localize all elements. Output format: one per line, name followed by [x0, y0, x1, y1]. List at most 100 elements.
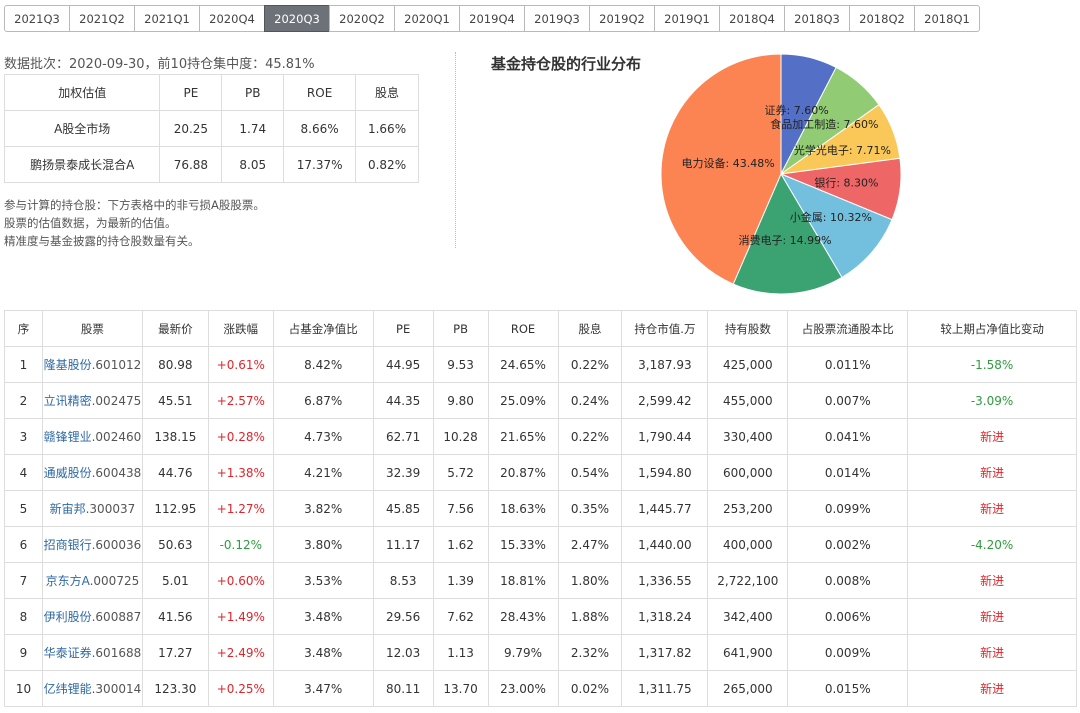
tab-2020q4[interactable]: 2020Q4: [199, 5, 265, 32]
roe-cell: 21.65%: [487, 418, 559, 455]
shares-cell: 330,400: [707, 418, 789, 455]
pie-label-0: 证券: 7.60%: [765, 103, 829, 117]
tab-2019q3[interactable]: 2019Q3: [524, 5, 590, 32]
stock-name-link[interactable]: 亿纬锂能: [44, 682, 92, 696]
row-index: 4: [4, 454, 43, 491]
stock-name-link[interactable]: 立讯精密: [44, 394, 92, 408]
tab-2021q3[interactable]: 2021Q3: [4, 5, 70, 32]
tab-2020q2[interactable]: 2020Q2: [329, 5, 395, 32]
pb-cell: 10.28: [432, 418, 489, 455]
row-index: 9: [4, 634, 43, 671]
stock-name-link[interactable]: 招商银行: [44, 538, 92, 552]
nav-ratio-cell: 3.47%: [272, 670, 374, 707]
row-index: 2: [4, 382, 43, 419]
tab-2019q4[interactable]: 2019Q4: [459, 5, 525, 32]
tab-2020q3[interactable]: 2020Q3: [264, 5, 330, 32]
roe-cell: 20.87%: [487, 454, 559, 491]
price-cell: 45.51: [141, 382, 209, 419]
pb-cell: 9.53: [432, 346, 489, 383]
stock-name-link[interactable]: 新宙邦: [50, 502, 86, 516]
tab-2021q2[interactable]: 2021Q2: [69, 5, 135, 32]
row-index: 1: [4, 346, 43, 383]
pe-cell: 45.85: [372, 490, 434, 527]
stock-code: .600438: [91, 466, 142, 480]
table-row: 8 伊利股份.600887 41.56 +1.49% 3.48% 29.56 7.62 28.…: [4, 598, 1077, 635]
stock-name-link[interactable]: 通威股份: [44, 466, 92, 480]
pie-title: 基金持仓股的行业分布: [491, 55, 642, 73]
stock-code: .000725: [89, 574, 140, 588]
stock-name-link[interactable]: 京东方A: [46, 574, 90, 588]
market-value-cell: 1,318.24: [621, 598, 709, 635]
tab-2020q1[interactable]: 2020Q1: [394, 5, 460, 32]
market-value-cell: 1,790.44: [621, 418, 709, 455]
valuation-cell: 0.82%: [355, 146, 419, 183]
header-pb: PB: [432, 310, 489, 347]
tab-2019q1[interactable]: 2019Q1: [654, 5, 720, 32]
notes: 参与计算的持仓股：下方表格中的非亏损A股股票。 股票的估值数据，为最新的估值。 …: [4, 196, 265, 250]
row-index: 5: [4, 490, 43, 527]
float-ratio-cell: 0.041%: [787, 418, 909, 455]
nav-ratio-cell: 4.73%: [272, 418, 374, 455]
pe-cell: 32.39: [372, 454, 434, 491]
dividend-cell: 0.22%: [557, 418, 623, 455]
valuation-cell: A股全市场: [3, 110, 161, 147]
tab-2018q4[interactable]: 2018Q4: [719, 5, 785, 32]
pb-cell: 9.80: [432, 382, 489, 419]
batch-info: 数据批次：2020-09-30，前10持仓集中度：45.81%: [4, 57, 315, 72]
stock-name-link[interactable]: 隆基股份: [44, 358, 92, 372]
change-cell: +0.61%: [207, 346, 274, 383]
shares-cell: 600,000: [707, 454, 789, 491]
tab-2019q2[interactable]: 2019Q2: [589, 5, 655, 32]
price-cell: 123.30: [141, 670, 209, 707]
pb-cell: 1.13: [432, 634, 489, 671]
valuation-table: 加权估值 PE PB ROE 股息 A股全市场 20.25 1.74 8.66%…: [3, 74, 419, 183]
delta-cell: -1.58%: [907, 346, 1077, 383]
float-ratio-cell: 0.014%: [787, 454, 909, 491]
roe-cell: 15.33%: [487, 526, 559, 563]
stock-cell: 隆基股份.601012: [41, 346, 143, 383]
table-row: 5 新宙邦.300037 112.95 +1.27% 3.82% 45.85 7.56 18.…: [4, 490, 1077, 527]
pe-cell: 29.56: [372, 598, 434, 635]
pe-cell: 80.11: [372, 670, 434, 707]
stock-code: .601012: [91, 358, 142, 372]
tab-2018q2[interactable]: 2018Q2: [849, 5, 915, 32]
nav-ratio-cell: 3.80%: [272, 526, 374, 563]
header-nav-ratio: 占基金净值比: [272, 310, 374, 347]
valuation-row-market: A股全市场 20.25 1.74 8.66% 1.66%: [3, 110, 419, 147]
shares-cell: 253,200: [707, 490, 789, 527]
stock-name-link[interactable]: 赣锋锂业: [44, 430, 92, 444]
roe-cell: 9.79%: [487, 634, 559, 671]
table-row: 9 华泰证券.601688 17.27 +2.49% 3.48% 12.03 1.13 9.7…: [4, 634, 1077, 671]
market-value-cell: 1,445.77: [621, 490, 709, 527]
valuation-cell: 8.66%: [283, 110, 357, 147]
table-row: 3 赣锋锂业.002460 138.15 +0.28% 4.73% 62.71 10.28 2…: [4, 418, 1077, 455]
valuation-header-row: 加权估值 PE PB ROE 股息: [3, 74, 419, 111]
change-cell: +2.49%: [207, 634, 274, 671]
tab-2021q1[interactable]: 2021Q1: [134, 5, 200, 32]
header-index: 序: [4, 310, 43, 347]
row-index: 8: [4, 598, 43, 635]
valuation-row-fund: 鹏扬景泰成长混合A 76.88 8.05 17.37% 0.82%: [3, 146, 419, 183]
nav-ratio-cell: 6.87%: [272, 382, 374, 419]
delta-cell: 新进: [907, 670, 1077, 707]
dividend-cell: 0.35%: [557, 490, 623, 527]
delta-cell: 新进: [907, 418, 1077, 455]
dividend-cell: 0.02%: [557, 670, 623, 707]
float-ratio-cell: 0.009%: [787, 634, 909, 671]
note-line: 参与计算的持仓股：下方表格中的非亏损A股股票。: [4, 198, 265, 212]
row-index: 7: [4, 562, 43, 599]
roe-cell: 18.81%: [487, 562, 559, 599]
stock-cell: 赣锋锂业.002460: [41, 418, 143, 455]
stock-name-link[interactable]: 伊利股份: [44, 610, 92, 624]
tab-2018q1[interactable]: 2018Q1: [914, 5, 980, 32]
float-ratio-cell: 0.015%: [787, 670, 909, 707]
tab-2018q3[interactable]: 2018Q3: [784, 5, 850, 32]
row-index: 6: [4, 526, 43, 563]
float-ratio-cell: 0.099%: [787, 490, 909, 527]
price-cell: 138.15: [141, 418, 209, 455]
price-cell: 112.95: [141, 490, 209, 527]
change-cell: +1.38%: [207, 454, 274, 491]
nav-ratio-cell: 4.21%: [272, 454, 374, 491]
stock-name-link[interactable]: 华泰证券: [44, 646, 92, 660]
holdings-header-row: 序 股票 最新价 涨跌幅 占基金净值比 PE PB ROE 股息 持仓市值.万 …: [4, 310, 1077, 347]
